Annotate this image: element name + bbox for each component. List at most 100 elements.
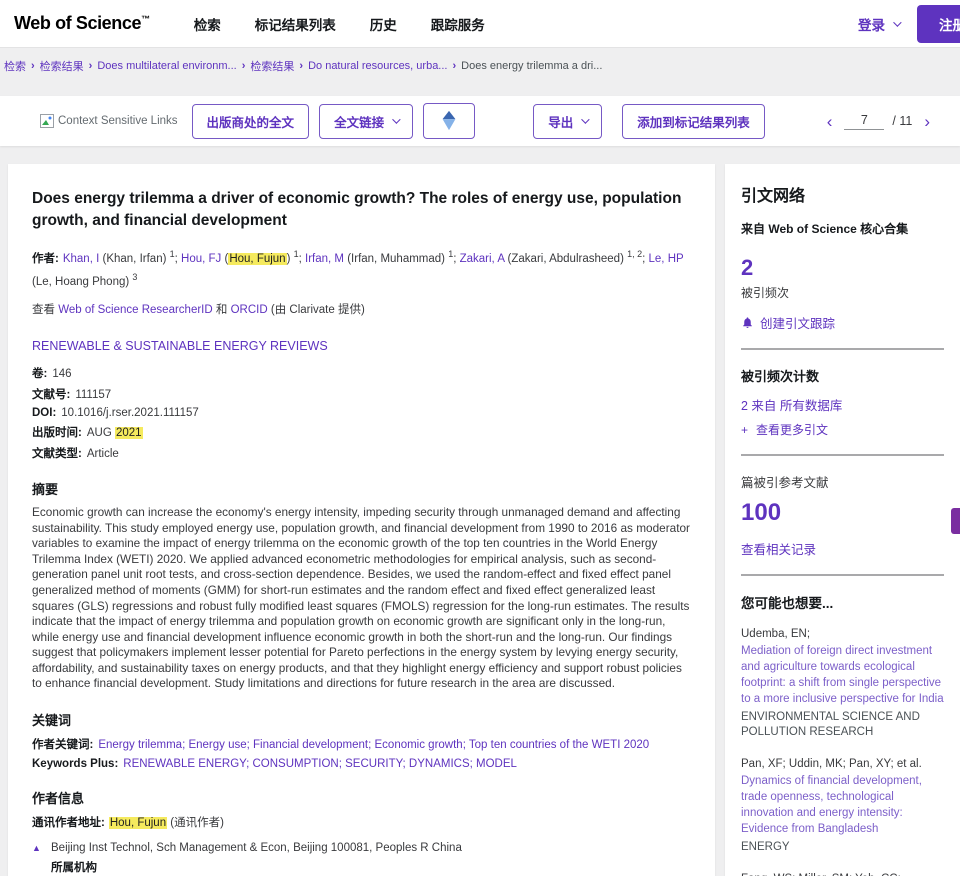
library-access-button[interactable] [423,103,475,139]
times-cited-label: 被引频次 [741,284,944,301]
researcher-id-link[interactable]: Web of Science ResearcherID [58,304,212,316]
highlighted-author-name: Hou, Fujun [228,253,286,265]
previous-record-icon[interactable]: ‹ [823,113,837,130]
app-header: Web of Science™ 检索 标记结果列表 历史 跟踪服务 登录 注册 [0,0,960,48]
cited-references-count[interactable]: 100 [741,499,944,527]
nav-item[interactable]: 跟踪服务 [431,14,485,34]
citation-network-panel: 引文网络 来自 Web of Science 核心合集 2 被引频次 创建引文跟… [725,164,960,876]
author-keyword-link[interactable]: Top ten countries of the WETI 2020 [469,739,649,751]
nav-item[interactable]: 标记结果列表 [255,14,336,34]
suggestion-item: Udemba, EN; Mediation of foreign direct i… [741,626,944,741]
register-button[interactable]: 注册 [917,5,960,43]
article-number-row: 文献号:111157 [32,386,691,402]
kite-logo-icon [438,108,460,134]
authors-label: 作者: [32,253,59,265]
keyword-plus-link[interactable]: CONSUMPTION [252,758,338,770]
breadcrumb-separator-icon: › [452,60,456,72]
keyword-plus-link[interactable]: SECURITY [345,758,402,770]
core-collection-label: 来自 Web of Science 核心合集 [741,220,944,237]
breadcrumb-item[interactable]: 检索结果 [40,58,84,74]
times-cited-count[interactable]: 2 [741,255,944,281]
author-keywords-row: 作者关键词:Energy trilemma; Energy use; Finan… [32,736,691,752]
suggestion-item: Fang, WS; Miller, SM; Yeh, CC;The effect… [741,871,944,876]
broken-image-icon [40,114,54,128]
suggestion-journal: ENERGY [741,840,944,856]
author-keyword-link[interactable]: Energy use [188,739,246,751]
suggestions-list: Udemba, EN; Mediation of foreign direct i… [741,626,944,876]
keywords-plus-list: RENEWABLE ENERGY; CONSUMPTION; SECURITY;… [123,758,517,770]
suggestion-authors: Udemba, EN; [741,626,944,642]
record-pager: ‹ / 11 › [823,113,934,130]
context-sensitive-links[interactable]: Context Sensitive Links [40,114,178,128]
keyword-plus-link[interactable]: DYNAMICS [409,758,470,770]
suggestion-title-link[interactable]: Dynamics of financial development, trade… [741,774,944,837]
nav-item[interactable]: 检索 [194,14,221,34]
author-keyword-link[interactable]: Energy trilemma [98,739,182,751]
author-link[interactable]: Le, HP [649,253,684,265]
suggestion-journal: ENVIRONMENTAL SCIENCE AND POLLUTION RESE… [741,710,944,742]
citation-counts-title: 被引频次计数 [741,366,944,385]
author-link[interactable]: Khan, I [63,253,99,265]
affiliation-superscript: 3 [132,272,137,282]
add-to-marked-list-button[interactable]: 添加到标记结果列表 [622,104,765,139]
related-records-link[interactable]: 查看相关记录 [741,539,944,558]
toolbar-right: 导出 添加到标记结果列表 ‹ / 11 › [533,104,934,139]
wos-logo[interactable]: Web of Science™ [14,13,150,34]
breadcrumb-item[interactable]: Does multilateral environm... [97,60,236,72]
author-link[interactable]: Irfan, M [305,253,344,265]
fulltext-links-button[interactable]: 全文链接 [319,104,413,139]
breadcrumb-item[interactable]: 检索 [4,58,26,74]
affiliation-superscript: 1 [294,249,299,259]
breadcrumb-separator-icon: › [242,60,246,72]
author-keyword-link[interactable]: Financial development [253,739,368,751]
authors-list: Khan, I (Khan, Irfan) 1; Hou, FJ (Hou, F… [32,253,683,287]
plus-icon: + [741,423,748,437]
export-button[interactable]: 导出 [533,104,602,139]
suggestion-title-link[interactable]: Mediation of foreign direct investment a… [741,644,944,707]
keyword-plus-link[interactable]: RENEWABLE ENERGY [123,758,246,770]
author-keyword-link[interactable]: Economic growth [375,739,463,751]
corresponding-address-block: ▲ Beijing Inst Technol, Sch Management & … [32,840,691,876]
page-number-input[interactable] [844,113,884,130]
doi-row: DOI:10.1016/j.rser.2021.111157 [32,407,691,419]
suggestion-authors: Fang, WS; Miller, SM; Yeh, CC; [741,871,944,876]
header-right: 登录 注册 [858,5,960,43]
signin-link[interactable]: 登录 [858,14,899,34]
researcher-id-line: 查看 Web of Science ResearcherID 和 ORCID (… [32,301,691,317]
trademark: ™ [141,14,150,24]
pubdate-row: 出版时间:AUG 2021 [32,424,691,440]
breadcrumb-item[interactable]: 检索结果 [250,58,294,74]
next-record-icon[interactable]: › [920,113,934,130]
content-area: Does energy trilemma a driver of economi… [0,146,960,876]
author-keywords-list: Energy trilemma; Energy use; Financial d… [98,739,649,751]
expand-triangle-icon[interactable]: ▲ [32,840,44,857]
divider [741,574,944,576]
more-citations-link[interactable]: +查看更多引文 [741,421,944,438]
breadcrumb-item: Does energy trilemma a dri... [461,60,602,72]
suggestion-item: Pan, XF; Uddin, MK; Pan, XY; et al.Dynam… [741,756,944,855]
breadcrumb-item[interactable]: Do natural resources, urba... [308,60,447,72]
chevron-down-icon [893,18,901,26]
publisher-fulltext-button[interactable]: 出版商处的全文 [192,104,310,139]
corresponding-author-row: 通讯作者地址:Hou, Fujun (通讯作者) [32,814,691,830]
citation-network-title: 引文网络 [741,182,944,206]
keywords-plus-row: Keywords Plus:RENEWABLE ENERGY; CONSUMPT… [32,758,691,770]
address-text: Beijing Inst Technol, Sch Management & E… [51,840,462,857]
author-link[interactable]: Hou, FJ [181,253,221,265]
chevron-down-icon [392,115,400,123]
feedback-tab[interactable] [951,508,960,534]
orcid-link[interactable]: ORCID [231,304,268,316]
organization-label: 所属机构 [51,859,691,875]
breadcrumb: 检索›检索结果›Does multilateral environm...›检索… [0,48,960,74]
create-citation-alert-link[interactable]: 创建引文跟踪 [741,313,944,332]
article-title: Does energy trilemma a driver of economi… [32,188,691,231]
keyword-plus-link[interactable]: MODEL [476,758,517,770]
author-link[interactable]: Zakari, A [460,253,505,265]
all-databases-link[interactable]: 2 来自 所有数据库 [741,395,944,414]
nav-item[interactable]: 历史 [370,14,397,34]
journal-link[interactable]: RENEWABLE & SUSTAINABLE ENERGY REVIEWS [32,339,328,353]
address-row: ▲ Beijing Inst Technol, Sch Management & … [32,840,691,857]
author-info-heading: 作者信息 [32,788,691,807]
record-card: Does energy trilemma a driver of economi… [8,164,715,876]
abstract-heading: 摘要 [32,479,691,498]
